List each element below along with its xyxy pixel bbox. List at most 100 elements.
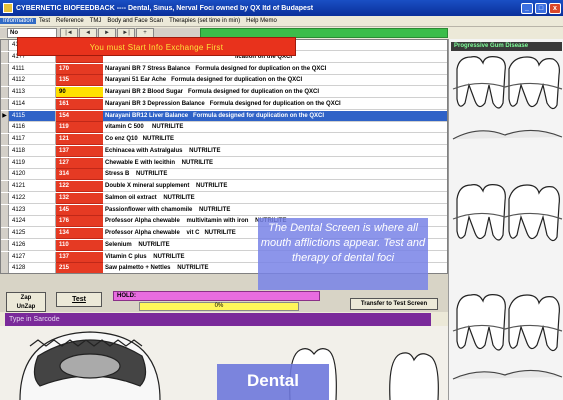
application-window: CYBERNETIC BIOFEEDBACK ---- Dental, Sinu… [0, 0, 563, 400]
row-value-cell: 314 [56, 169, 103, 181]
teeth-group-top [452, 56, 563, 140]
row-number-cell: 4111 [9, 63, 56, 75]
row-description-cell: Narayani BR 2 Blood Sugar Formula design… [103, 87, 447, 98]
row-description-cell: Double X mineral supplement NUTRILITE [103, 181, 447, 192]
row-number-cell: 4120 [9, 169, 56, 181]
row-description-cell: Chewable E with lecithin NUTRILITE [103, 158, 447, 169]
table-row[interactable]: 4122 132 Salmon oil extract NUTRILITE [1, 192, 447, 204]
row-indicator [1, 181, 9, 192]
row-number-cell: 4112 [9, 75, 56, 87]
row-indicator [1, 228, 9, 239]
row-value-cell: 137 [56, 251, 103, 263]
table-row[interactable]: 4123 145 Passionflower with chamomile NUTR… [1, 204, 447, 216]
minimize-button[interactable]: _ [521, 2, 533, 14]
row-value-cell: 161 [56, 98, 103, 110]
menu-therapies[interactable]: Therapies (set time in min) [166, 18, 243, 24]
row-description-cell: Narayani BR12 Liver Balance Formula desi… [103, 110, 447, 122]
row-value-cell: 176 [56, 216, 103, 228]
row-indicator [1, 251, 9, 263]
test-button[interactable]: Test [56, 292, 102, 307]
app-icon [3, 3, 13, 13]
row-indicator [1, 204, 9, 216]
row-number-cell: 4123 [9, 204, 56, 216]
row-description-cell: Passionflower with chamomile NUTRILITE [103, 205, 447, 216]
teeth-group-bottom [452, 294, 563, 380]
menu-tmj[interactable]: TMJ [87, 18, 105, 24]
gum-disease-panel: Progressive Gum Disease [448, 39, 563, 400]
row-value-cell: 145 [56, 204, 103, 216]
maximize-button[interactable]: □ [535, 2, 547, 14]
row-value-cell: 122 [56, 181, 103, 192]
row-indicator [1, 134, 9, 145]
menu-test[interactable]: Test [36, 18, 53, 24]
row-number-cell: 4114 [9, 98, 56, 110]
row-indicator [1, 239, 9, 251]
table-row[interactable]: 4121 122 Double X mineral supplement NUTRI… [1, 181, 447, 192]
row-value-cell: 137 [56, 145, 103, 157]
row-indicator: ▶ [1, 110, 9, 122]
row-number-cell: 4119 [9, 157, 56, 169]
row-value-cell: 170 [56, 63, 103, 75]
teeth-illustration [452, 56, 563, 380]
unzap-label: UnZap [16, 304, 36, 310]
table-row[interactable]: 4117 121 Co enz Q10 NUTRILITE [1, 134, 447, 145]
menu-bar: Information Test Reference TMJ Body and … [0, 16, 563, 27]
menu-help-memo[interactable]: Help Memo [243, 18, 280, 24]
row-value-cell: 134 [56, 228, 103, 239]
row-number-cell: 4121 [9, 181, 56, 192]
row-description-cell: Narayani 51 Ear Ache Formula designed fo… [103, 75, 447, 87]
title-bar: CYBERNETIC BIOFEEDBACK ---- Dental, Sinu… [0, 0, 563, 16]
row-indicator [1, 157, 9, 169]
row-value-cell: 132 [56, 192, 103, 204]
table-row[interactable]: 4112 135 Narayani 51 Ear Ache Formula desi… [1, 75, 447, 87]
dental-title: Dental [217, 364, 329, 400]
row-description-cell: Narayani BR 7 Stress Balance Formula des… [103, 64, 447, 75]
row-indicator [1, 122, 9, 134]
row-number-cell: 4118 [9, 145, 56, 157]
menu-body-face-scan[interactable]: Body and Face Scan [104, 18, 166, 24]
table-row[interactable]: 4120 314 Stress B NUTRILITE [1, 169, 447, 181]
hold-bar: HOLD: [113, 291, 320, 301]
zap-label: Zap [20, 295, 32, 301]
row-description-cell: Stress B NUTRILITE [103, 169, 447, 181]
row-description-cell: Salmon oil extract NUTRILITE [103, 193, 447, 204]
progress-bar: 0% [139, 302, 299, 311]
sarcode-input[interactable]: Type in Sarcode [5, 313, 431, 326]
row-indicator [1, 216, 9, 228]
teeth-group-middle [452, 184, 563, 242]
row-indicator [1, 75, 9, 87]
row-description-cell: Co enz Q10 NUTRILITE [103, 134, 447, 145]
warning-banner: You must Start Info Exchange First [17, 37, 296, 56]
menu-reference[interactable]: Reference [53, 18, 87, 24]
row-value-cell: 121 [56, 134, 103, 145]
row-number-cell: 4113 [9, 87, 56, 98]
table-row[interactable]: ▶ 4115 154 Narayani BR12 Liver Balance Form… [1, 110, 447, 122]
row-indicator [1, 192, 9, 204]
zap-unzap-button[interactable]: Zap UnZap [6, 292, 46, 312]
row-indicator [1, 169, 9, 181]
row-value-cell: 154 [56, 110, 103, 122]
progress-text: 0% [214, 303, 224, 309]
window-title: CYBERNETIC BIOFEEDBACK ---- Dental, Sinu… [16, 4, 314, 12]
table-row[interactable]: 4113 90 Narayani BR 2 Blood Sugar Formula … [1, 87, 447, 98]
row-number-cell: 4116 [9, 122, 56, 134]
row-number-cell: 4126 [9, 239, 56, 251]
table-row[interactable]: 4111 170 Narayani BR 7 Stress Balance Form… [1, 63, 447, 75]
row-indicator [1, 51, 9, 63]
row-number-cell: 4122 [9, 192, 56, 204]
table-row[interactable]: 4116 119 vitamin C 500 NUTRILITE [1, 122, 447, 134]
row-number-cell: 4124 [9, 216, 56, 228]
table-row[interactable]: 4118 137 Echinacea with Astralgalus NUTRIL… [1, 145, 447, 157]
table-row[interactable]: 4114 161 Narayani BR 3 Depression Balance … [1, 98, 447, 110]
row-value-cell: 90 [56, 87, 103, 98]
row-indicator [1, 263, 9, 273]
row-indicator [1, 40, 9, 51]
row-value-cell: 215 [56, 263, 103, 273]
row-description-cell: Narayani BR 3 Depression Balance Formula… [103, 99, 447, 110]
close-button[interactable]: x [549, 2, 561, 14]
row-number-cell: 4115 [9, 110, 56, 122]
table-row[interactable]: 4119 127 Chewable E with lecithin NUTRILIT… [1, 157, 447, 169]
transfer-to-test-screen-button[interactable]: Transfer to Test Screen [350, 298, 438, 310]
row-indicator [1, 87, 9, 98]
menu-information[interactable]: Information [0, 18, 37, 24]
